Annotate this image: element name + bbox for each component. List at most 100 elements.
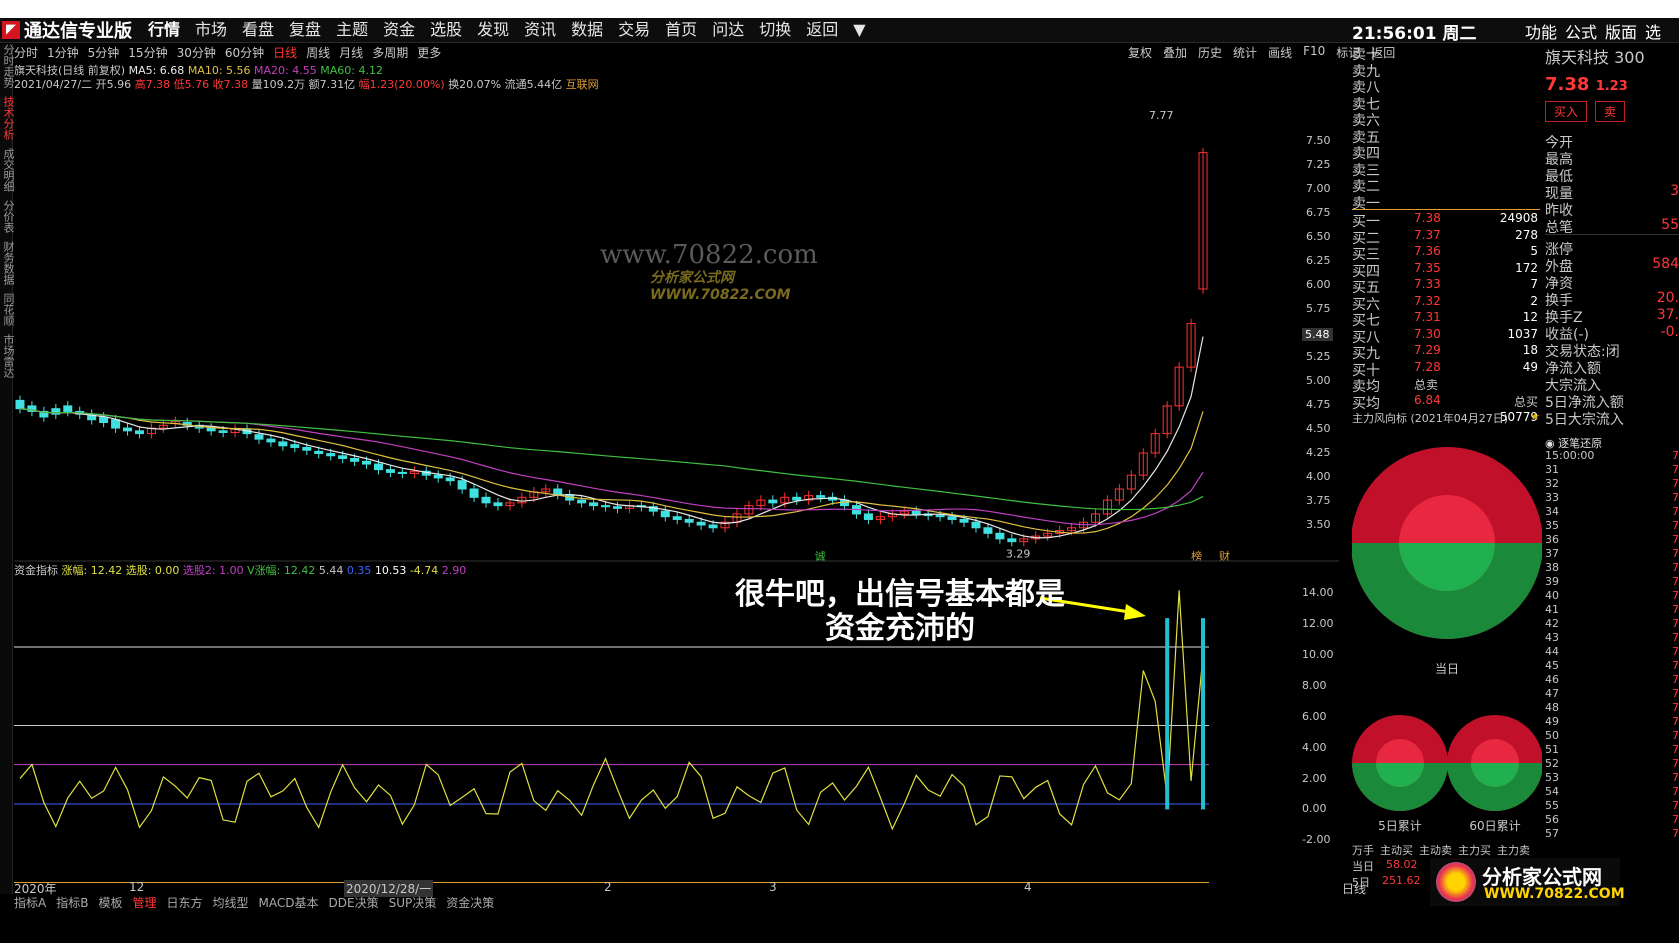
info-row: 最高 xyxy=(1545,149,1679,168)
bid-row[interactable]: 买五 7.33 7 xyxy=(1352,277,1540,296)
period-tab[interactable]: 更多 xyxy=(417,44,441,60)
sector-label[interactable]: 互联网 xyxy=(566,78,599,91)
stock-name: 旗天科技 300 xyxy=(1545,44,1679,68)
candle-body xyxy=(266,438,276,443)
toolbar-button[interactable]: 历史 xyxy=(1198,44,1222,61)
top-right-menu-item[interactable]: 选 xyxy=(1645,19,1661,43)
ask-row[interactable]: 卖七 xyxy=(1352,94,1540,113)
tick-price: 7 xyxy=(1672,757,1679,770)
ask-row[interactable]: 卖二 xyxy=(1352,176,1540,195)
menu-item[interactable]: 发现 xyxy=(477,20,509,40)
tick-time: 44 xyxy=(1545,645,1559,658)
period-tab[interactable]: 分时 xyxy=(14,44,38,60)
bid-row[interactable]: 买四 7.35 172 xyxy=(1352,261,1540,280)
indicator-name[interactable]: 资金指标 xyxy=(14,564,58,577)
menu-item[interactable]: 看盘 xyxy=(242,20,274,40)
period-tab[interactable]: 日线 xyxy=(273,44,297,60)
tick-title[interactable]: ◉ 逐笔还原 xyxy=(1545,435,1679,450)
menu-item[interactable]: 复盘 xyxy=(289,20,321,40)
toolbar-button[interactable]: F10 xyxy=(1303,44,1325,61)
top-right-menu-item[interactable]: 版面 xyxy=(1605,19,1637,43)
top-right-menu-item[interactable]: 功能 xyxy=(1525,19,1557,43)
menu-item[interactable]: 数据 xyxy=(571,20,603,40)
sell-button[interactable]: 卖 xyxy=(1595,101,1626,122)
indicator-tab[interactable]: 指标B xyxy=(56,894,88,911)
menu-item[interactable]: ▼ xyxy=(853,20,865,40)
indicator-tab[interactable]: SUP决策 xyxy=(389,894,437,911)
indicator-tick: 14.00 xyxy=(1302,586,1334,600)
menu-item[interactable]: 行情 xyxy=(148,20,180,40)
tick-row: 31 7 xyxy=(1545,463,1679,477)
watermark-sub-text: WWW.70822.COM xyxy=(650,287,791,303)
menu-item[interactable]: 切换 xyxy=(759,20,791,40)
candle-body xyxy=(433,474,443,479)
tick-row: 15:00:00 7 xyxy=(1545,449,1679,463)
period-tab[interactable]: 月线 xyxy=(339,44,363,60)
info-row-label: 总笔 xyxy=(1545,220,1573,236)
ask-row[interactable]: 卖五 xyxy=(1352,127,1540,146)
menu-item[interactable]: 问达 xyxy=(712,20,744,40)
ask-row[interactable]: 卖九 xyxy=(1352,61,1540,80)
period-tab[interactable]: 5分钟 xyxy=(88,44,120,60)
menu-item[interactable]: 资讯 xyxy=(524,20,556,40)
toolbar-button[interactable]: 画线 xyxy=(1268,44,1292,61)
menu-item[interactable]: 选股 xyxy=(430,20,462,40)
menu-item[interactable]: 主题 xyxy=(336,20,368,40)
indicator-tab[interactable]: 均线型 xyxy=(213,894,249,911)
indicator-value: 5.44 xyxy=(315,564,344,577)
indicator-value: 选股: 0.00 xyxy=(122,564,180,577)
period-tab[interactable]: 60分钟 xyxy=(225,44,264,60)
tick-price: 7 xyxy=(1672,771,1679,784)
ask-label: 卖九 xyxy=(1352,63,1380,80)
indicator-chart[interactable] xyxy=(14,578,1339,898)
price-chart[interactable]: 7.77 3.29 诚 榜 财 xyxy=(14,92,1339,562)
bid-row[interactable]: 买六 7.32 2 xyxy=(1352,294,1540,313)
bid-row[interactable]: 买十 7.28 49 xyxy=(1352,359,1540,379)
top-right-menu-item[interactable]: 公式 xyxy=(1565,19,1597,43)
menu-item[interactable]: 返回 xyxy=(806,20,838,40)
indicator-tab[interactable]: 管理 xyxy=(132,894,156,911)
info-row: 换手 20. xyxy=(1545,290,1679,309)
indicator-tab[interactable]: DDE决策 xyxy=(329,894,379,911)
ask-row[interactable]: 卖八 xyxy=(1352,77,1540,96)
period-tab[interactable]: 周线 xyxy=(306,44,330,60)
toolbar-button[interactable]: 叠加 xyxy=(1163,44,1187,61)
indicator-tab[interactable]: 日东方 xyxy=(166,894,202,911)
info-row: 最低 xyxy=(1545,166,1679,185)
ask-row[interactable]: 卖三 xyxy=(1352,160,1540,179)
menu-item[interactable]: 交易 xyxy=(618,20,650,40)
menu-item[interactable]: 市场 xyxy=(195,20,227,40)
date-tick: 4 xyxy=(1024,880,1032,894)
bid-price: 7.28 xyxy=(1414,359,1441,374)
period-tab[interactable]: 15分钟 xyxy=(128,44,167,60)
total-sell-label: 总卖 xyxy=(1414,378,1439,392)
ohlc-value: 量109.2万 xyxy=(248,78,306,91)
bid-row[interactable]: 买七 7.31 12 xyxy=(1352,310,1540,329)
period-tab[interactable]: 多周期 xyxy=(372,44,408,60)
bid-row[interactable]: 买九 7.29 18 xyxy=(1352,343,1540,362)
menu-item[interactable]: 首页 xyxy=(665,20,697,40)
watermark-sub: 分析家公式网 WWW.70822.COM xyxy=(650,267,791,303)
buy-button[interactable]: 买入 xyxy=(1545,101,1588,122)
indicator-tab[interactable]: 资金决策 xyxy=(446,894,494,911)
period-tab[interactable]: 30分钟 xyxy=(177,44,216,60)
bid-row[interactable]: 买八 7.30 1037 xyxy=(1352,327,1540,346)
ask-row[interactable]: 卖四 xyxy=(1352,143,1540,162)
indicator-tab[interactable]: 指标A xyxy=(14,894,46,911)
toolbar-button[interactable]: 统计 xyxy=(1233,44,1257,61)
tick-time: 41 xyxy=(1545,603,1559,616)
bid-row[interactable]: 买一 7.38 24908 xyxy=(1352,211,1540,230)
ask-row[interactable]: 卖十 xyxy=(1352,44,1540,63)
ask-row[interactable]: 卖一 xyxy=(1352,193,1540,212)
period-tab[interactable]: 1分钟 xyxy=(47,44,79,60)
bid-row[interactable]: 买二 7.37 278 xyxy=(1352,228,1540,247)
ask-row[interactable]: 卖六 xyxy=(1352,110,1540,129)
indicator-tab[interactable]: 模板 xyxy=(98,894,122,911)
star-icon[interactable]: ★ xyxy=(1530,410,1540,423)
indicator-tab[interactable]: MACD基本 xyxy=(259,894,319,911)
bid-row[interactable]: 买三 7.36 5 xyxy=(1352,244,1540,263)
candle-body xyxy=(111,419,121,429)
tick-time: 33 xyxy=(1545,491,1559,504)
toolbar-button[interactable]: 复权 xyxy=(1128,44,1152,61)
menu-item[interactable]: 资金 xyxy=(383,20,415,40)
